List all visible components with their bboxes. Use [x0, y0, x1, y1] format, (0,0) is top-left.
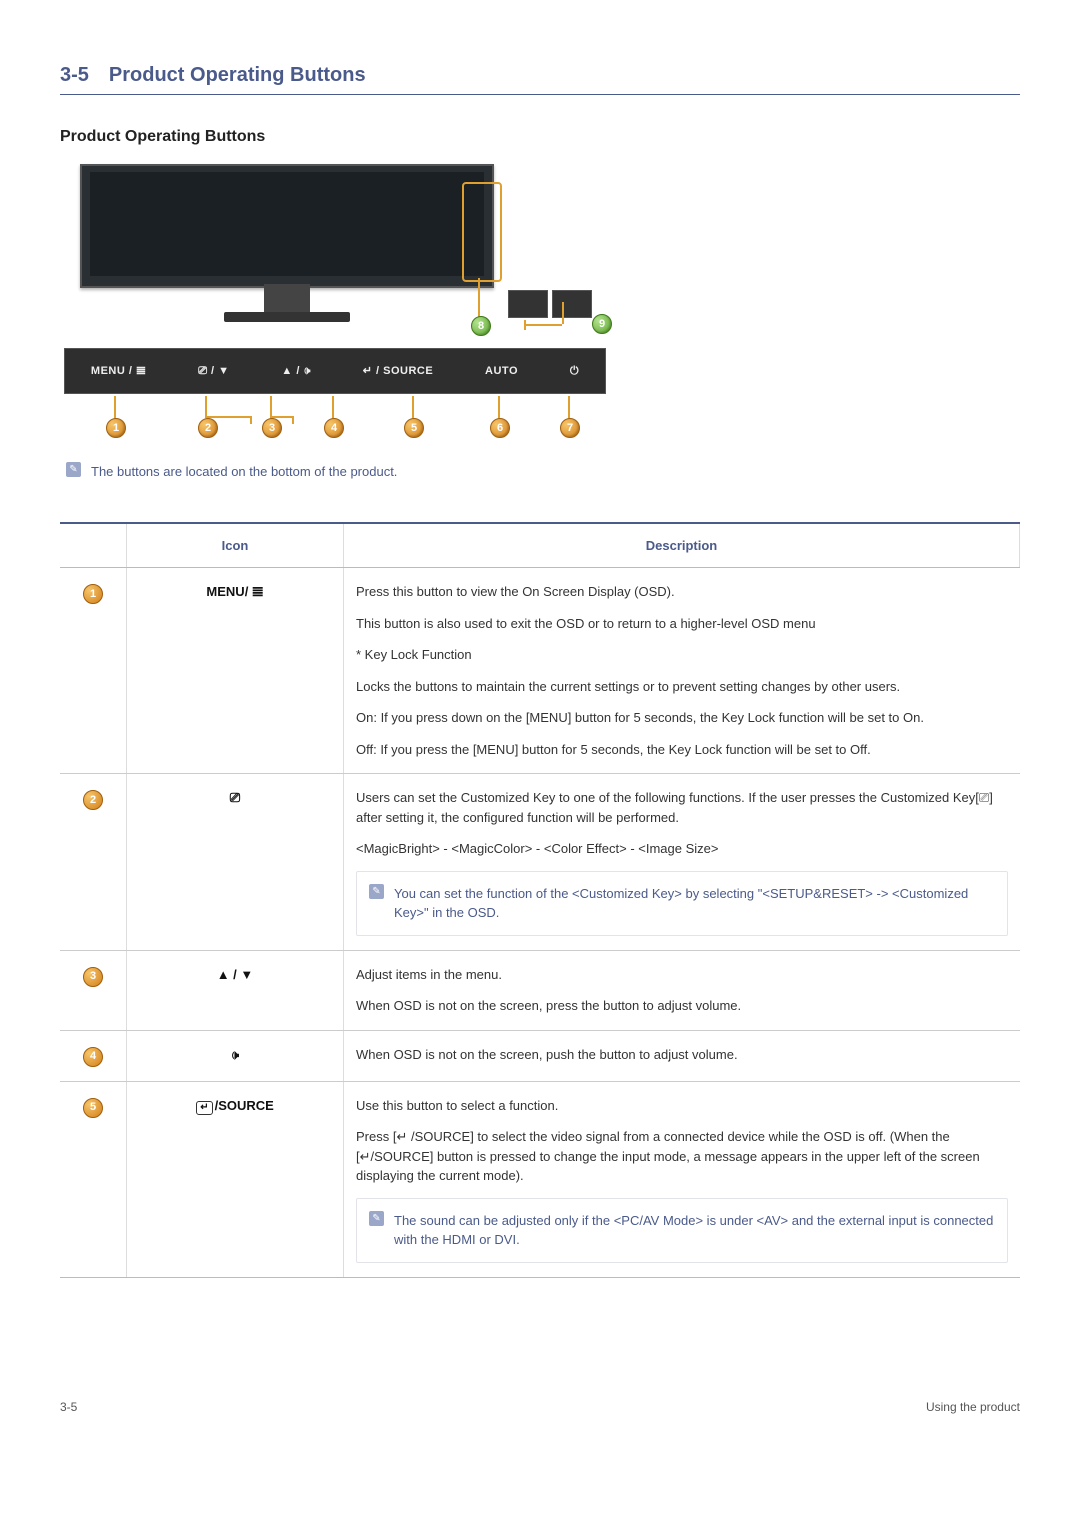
bar-power-icon: ⏻	[570, 363, 579, 380]
bar-menu-label: MENU / 𝌆	[91, 363, 146, 380]
callout-5: 5	[404, 418, 424, 438]
row-icon-menu: MENU/ 𝌆	[206, 584, 263, 599]
page-footer: 3-5 Using the product	[60, 1398, 1020, 1416]
row3-d0: Adjust items in the menu.	[356, 965, 1008, 985]
callout-6: 6	[490, 418, 510, 438]
row1-d4: On: If you press down on the [MENU] butt…	[356, 708, 1008, 728]
row-icon-custom: ⎚	[230, 790, 240, 805]
row4-d0: When OSD is not on the screen, push the …	[356, 1045, 1008, 1065]
section-number: 3-5	[60, 60, 89, 90]
row2-note-text: You can set the function of the <Customi…	[394, 884, 995, 923]
speaker-illustration	[508, 290, 548, 318]
enter-icon	[196, 1101, 212, 1115]
buttons-table: Icon Description 1 MENU/ 𝌆 Press this bu…	[60, 522, 1020, 1278]
callout-4: 4	[324, 418, 344, 438]
subheading: Product Operating Buttons	[60, 125, 1020, 149]
bar-source-label: ↵ / SOURCE	[363, 363, 433, 380]
bar-auto-label: AUTO	[485, 363, 518, 380]
row-badge-2: 2	[83, 790, 103, 810]
row-badge-3: 3	[83, 967, 103, 987]
row5-note-text: The sound can be adjusted only if the <P…	[394, 1211, 995, 1250]
callout-3: 3	[262, 418, 282, 438]
bar-custom-label: ⎚ / ▼	[198, 363, 229, 380]
callout-2: 2	[198, 418, 218, 438]
row1-d0: Press this button to view the On Screen …	[356, 582, 1008, 602]
row1-d3: Locks the buttons to maintain the curren…	[356, 677, 1008, 697]
table-header-row: Icon Description	[60, 523, 1020, 568]
note-top-text: The buttons are located on the bottom of…	[91, 462, 397, 482]
row5-note: The sound can be adjusted only if the <P…	[356, 1198, 1008, 1263]
row2-d0: Users can set the Customized Key to one …	[356, 788, 1008, 827]
table-row: 2 ⎚ Users can set the Customized Key to …	[60, 774, 1020, 951]
row3-d1: When OSD is not on the screen, press the…	[356, 996, 1008, 1016]
speaker-illustration	[552, 290, 592, 318]
row1-d1: This button is also used to exit the OSD…	[356, 614, 1008, 634]
footer-right: Using the product	[926, 1398, 1020, 1416]
product-diagram: 8 9 MENU / 𝌆 ⎚ / ▼ ▲ / 🕩 ↵ / SOURCE AUTO…	[64, 164, 604, 446]
row-icon-volume: 🕩	[231, 1047, 239, 1062]
row-badge-5: 5	[83, 1098, 103, 1118]
row2-d1: <MagicBright> - <MagicColor> - <Color Ef…	[356, 839, 1008, 859]
table-row: 3 ▲ / ▼ Adjust items in the menu. When O…	[60, 950, 1020, 1030]
row-badge-1: 1	[83, 584, 103, 604]
section-header: 3-5 Product Operating Buttons	[60, 60, 1020, 95]
bar-up-vol-label: ▲ / 🕩	[281, 363, 311, 380]
callout-1: 1	[106, 418, 126, 438]
row5-d0: Use this button to select a function.	[356, 1096, 1008, 1116]
row2-note: You can set the function of the <Customi…	[356, 871, 1008, 936]
th-desc: Description	[344, 523, 1020, 568]
table-row: 4 🕩 When OSD is not on the screen, push …	[60, 1030, 1020, 1081]
table-row: 5 /SOURCE Use this button to select a fu…	[60, 1081, 1020, 1277]
row-badge-4: 4	[83, 1047, 103, 1067]
th-icon: Icon	[127, 523, 344, 568]
button-bar-illustration: MENU / 𝌆 ⎚ / ▼ ▲ / 🕩 ↵ / SOURCE AUTO ⏻	[64, 348, 606, 394]
callout-9: 9	[592, 314, 612, 334]
callout-7: 7	[560, 418, 580, 438]
table-row: 1 MENU/ 𝌆 Press this button to view the …	[60, 568, 1020, 774]
callout-8: 8	[471, 316, 491, 336]
row5-d1: Press [↵ /SOURCE] to select the video si…	[356, 1127, 1008, 1186]
monitor-illustration	[80, 164, 494, 288]
footer-left: 3-5	[60, 1398, 77, 1416]
note-icon	[369, 884, 384, 899]
row-icon-arrows: ▲ / ▼	[217, 967, 254, 982]
note-top: The buttons are located on the bottom of…	[66, 462, 1020, 482]
row1-d2: * Key Lock Function	[356, 645, 1008, 665]
note-icon	[66, 462, 81, 477]
row-icon-source: /SOURCE	[196, 1098, 274, 1113]
row1-d5: Off: If you press the [MENU] button for …	[356, 740, 1008, 760]
note-icon	[369, 1211, 384, 1226]
section-title: Product Operating Buttons	[109, 60, 366, 90]
